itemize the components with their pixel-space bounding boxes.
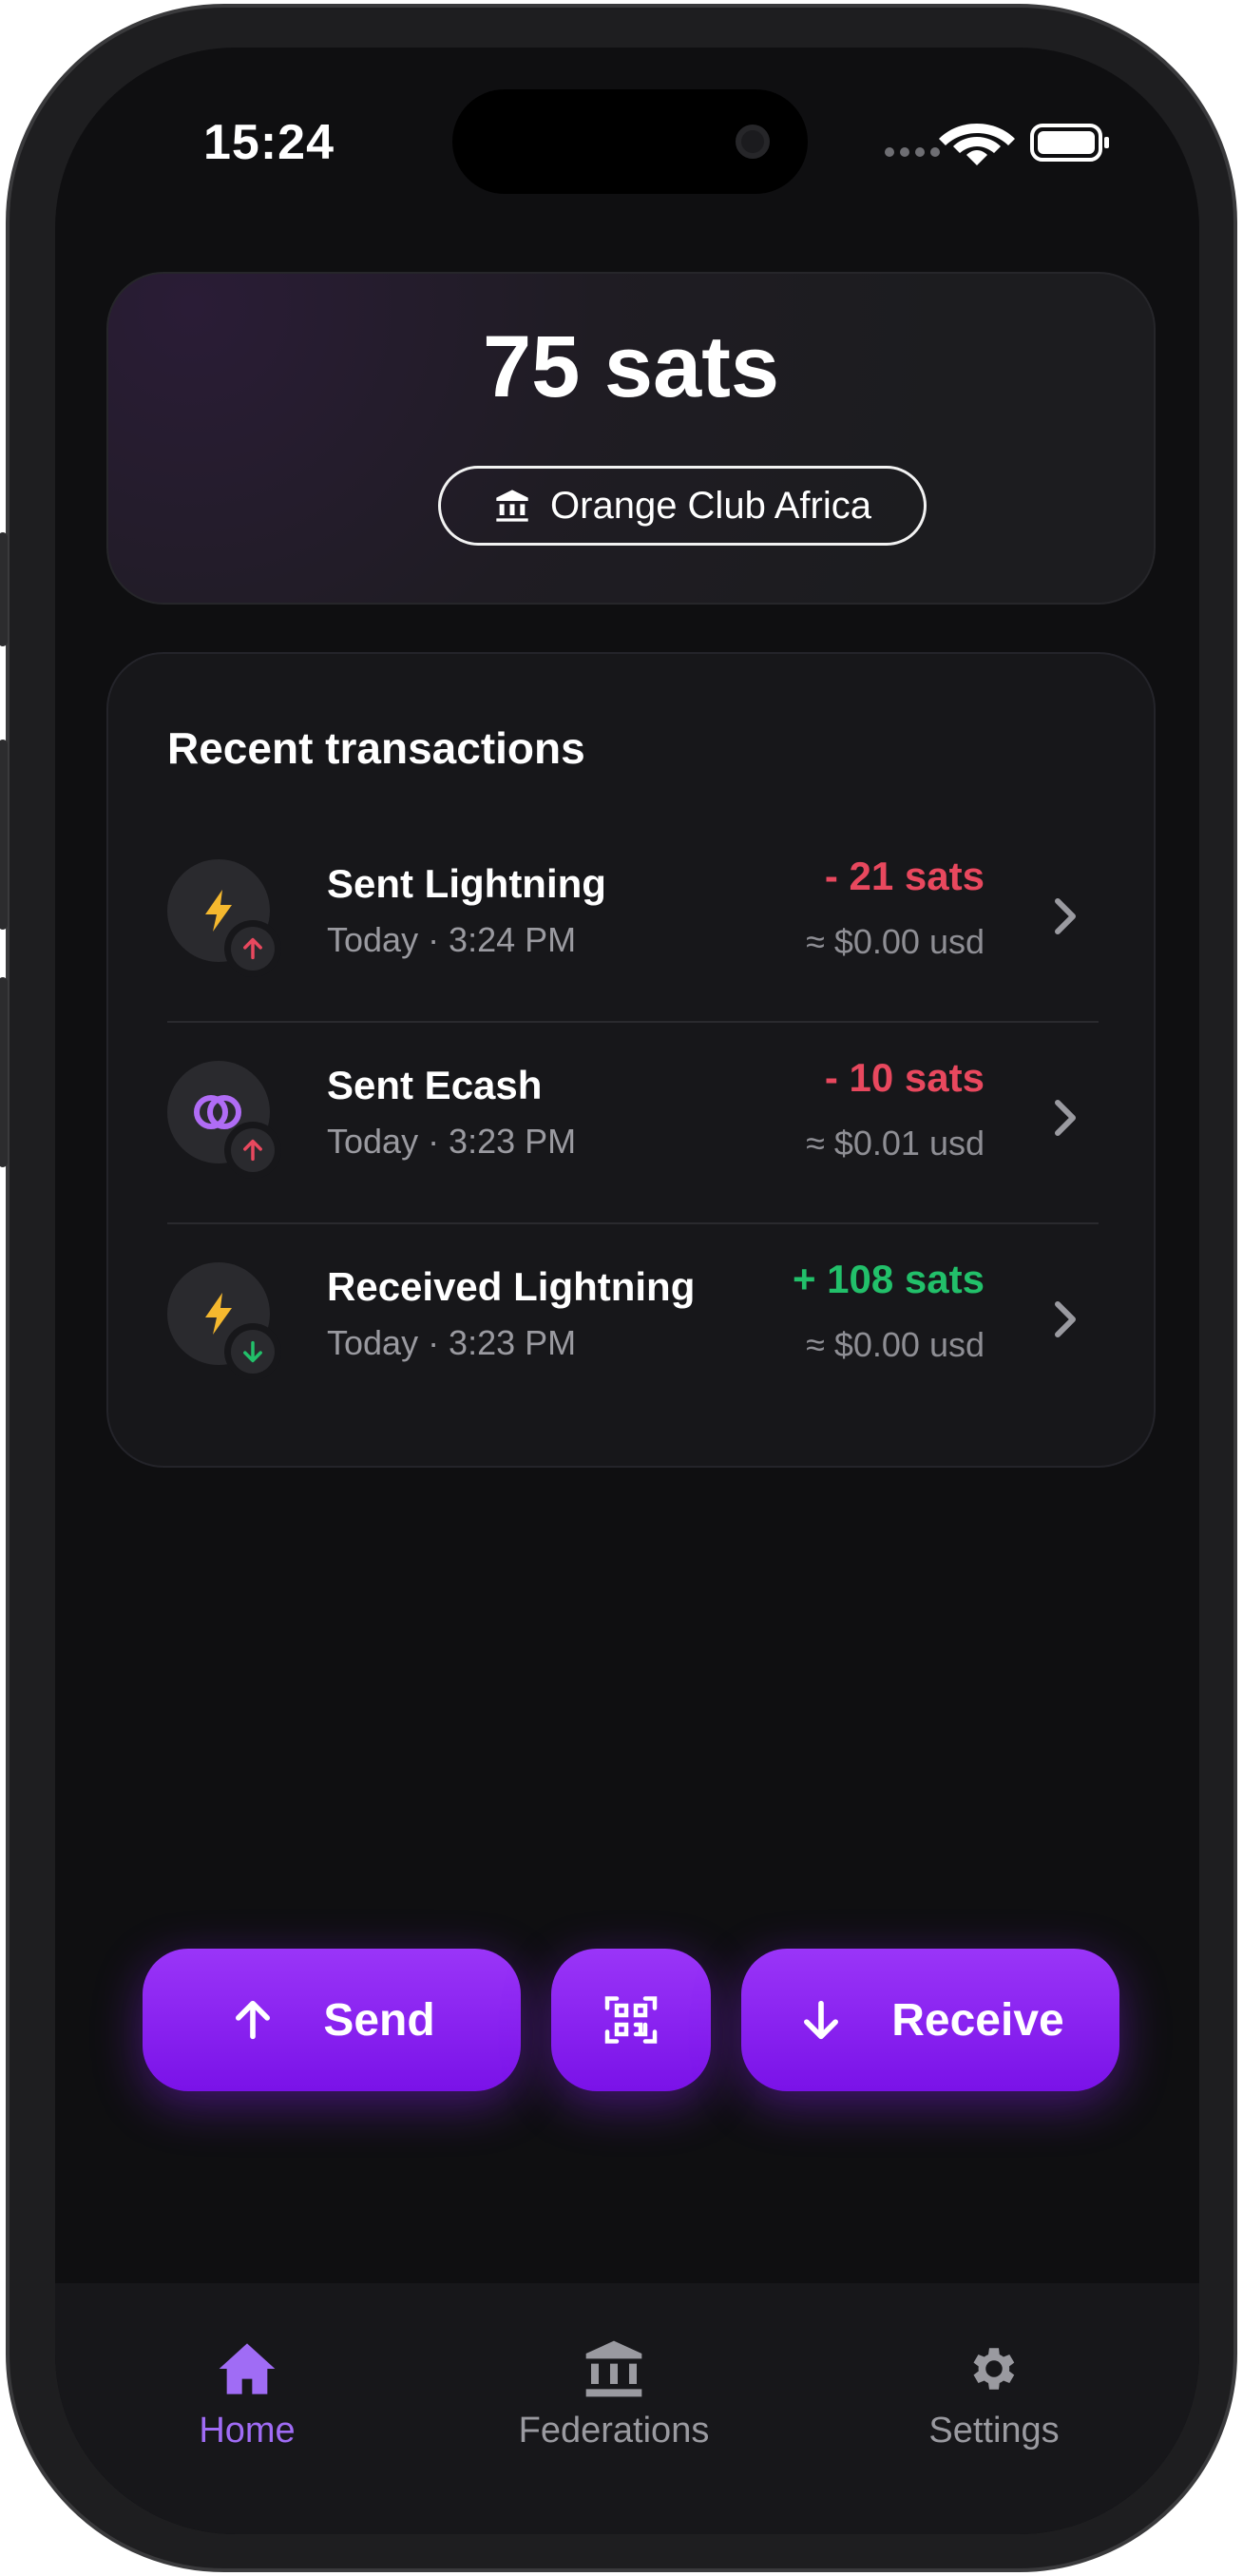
recent-transactions-card: Recent transactions Sent Lightning Today…: [106, 652, 1156, 1468]
app-screen: 15:24 75 sats Orange Club Africa Recent …: [55, 48, 1199, 2534]
balance-amount: 75 sats: [482, 318, 780, 415]
nav-label-federations: Federations: [518, 2411, 710, 2451]
nav-label-home: Home: [199, 2411, 296, 2451]
chevron-right-icon: [1042, 888, 1089, 945]
dynamic-island: [452, 89, 808, 194]
arrow-down-icon: [804, 2000, 839, 2040]
transaction-usd-value: ≈ $0.00 usd: [806, 1325, 985, 1364]
wifi-icon: [939, 124, 1015, 165]
federation-selector[interactable]: Orange Club Africa: [438, 466, 927, 546]
transaction-title: Received Lightning: [327, 1264, 696, 1309]
recent-transactions-heading: Recent transactions: [167, 723, 585, 773]
bank-icon: [585, 2340, 642, 2397]
transaction-amount: - 10 sats: [824, 1055, 985, 1100]
nav-item-settings[interactable]: Settings: [851, 2340, 1137, 2451]
transaction-row[interactable]: Received Lightning Today · 3:23 PM + 108…: [167, 1224, 1099, 1426]
transaction-row[interactable]: Sent Lightning Today · 3:24 PM - 21 sats…: [167, 821, 1099, 1023]
transaction-time: Today · 3:23 PM: [327, 1122, 577, 1161]
send-button[interactable]: Send: [143, 1949, 521, 2091]
transaction-amount: - 21 sats: [824, 854, 985, 898]
receive-button-label: Receive: [891, 1994, 1064, 2046]
nav-item-federations[interactable]: Federations: [471, 2340, 756, 2451]
battery-icon: [1030, 124, 1109, 162]
nav-item-home[interactable]: Home: [105, 2340, 390, 2451]
transaction-time: Today · 3:24 PM: [327, 920, 577, 959]
sent-arrow-badge: [224, 1122, 281, 1179]
sent-arrow-badge: [224, 920, 281, 977]
receive-button[interactable]: Receive: [741, 1949, 1119, 2091]
transaction-usd-value: ≈ $0.00 usd: [806, 922, 985, 961]
transaction-time: Today · 3:23 PM: [327, 1323, 577, 1362]
bottom-nav: Home Federations Settings: [55, 2283, 1199, 2534]
arrow-up-icon: [236, 2000, 271, 2040]
camera-icon: [736, 125, 770, 159]
scan-qr-button[interactable]: [551, 1949, 711, 2091]
federation-name: Orange Club Africa: [550, 484, 871, 527]
arrow-up-icon: [243, 937, 262, 960]
bank-icon: [496, 490, 528, 522]
action-button: [0, 532, 8, 646]
cellular-signal-icon: [885, 124, 1109, 165]
transaction-title: Sent Lightning: [327, 861, 606, 906]
chevron-right-icon: [1042, 1089, 1089, 1146]
transaction-title: Sent Ecash: [327, 1063, 543, 1107]
transaction-amount: + 108 sats: [792, 1257, 985, 1301]
transaction-usd-value: ≈ $0.01 usd: [806, 1124, 985, 1163]
send-button-label: Send: [323, 1994, 435, 2046]
nav-label-settings: Settings: [928, 2411, 1060, 2451]
gear-icon: [973, 2348, 1015, 2390]
arrow-down-icon: [243, 1340, 262, 1363]
chevron-right-icon: [1042, 1291, 1089, 1348]
status-time: 15:24: [203, 115, 335, 170]
transaction-row[interactable]: Sent Ecash Today · 3:23 PM - 10 sats ≈ $…: [167, 1023, 1099, 1224]
home-icon: [219, 2343, 276, 2394]
balance-card: 75 sats Orange Club Africa: [106, 272, 1156, 605]
volume-up-button: [0, 740, 8, 930]
qr-scan-icon: [604, 1996, 658, 2044]
received-arrow-badge: [224, 1323, 281, 1380]
phone-frame: 15:24 75 sats Orange Club Africa Recent …: [0, 4, 1237, 2572]
arrow-up-icon: [243, 1139, 262, 1162]
status-indicators: [874, 114, 1159, 171]
volume-down-button: [0, 977, 8, 1167]
